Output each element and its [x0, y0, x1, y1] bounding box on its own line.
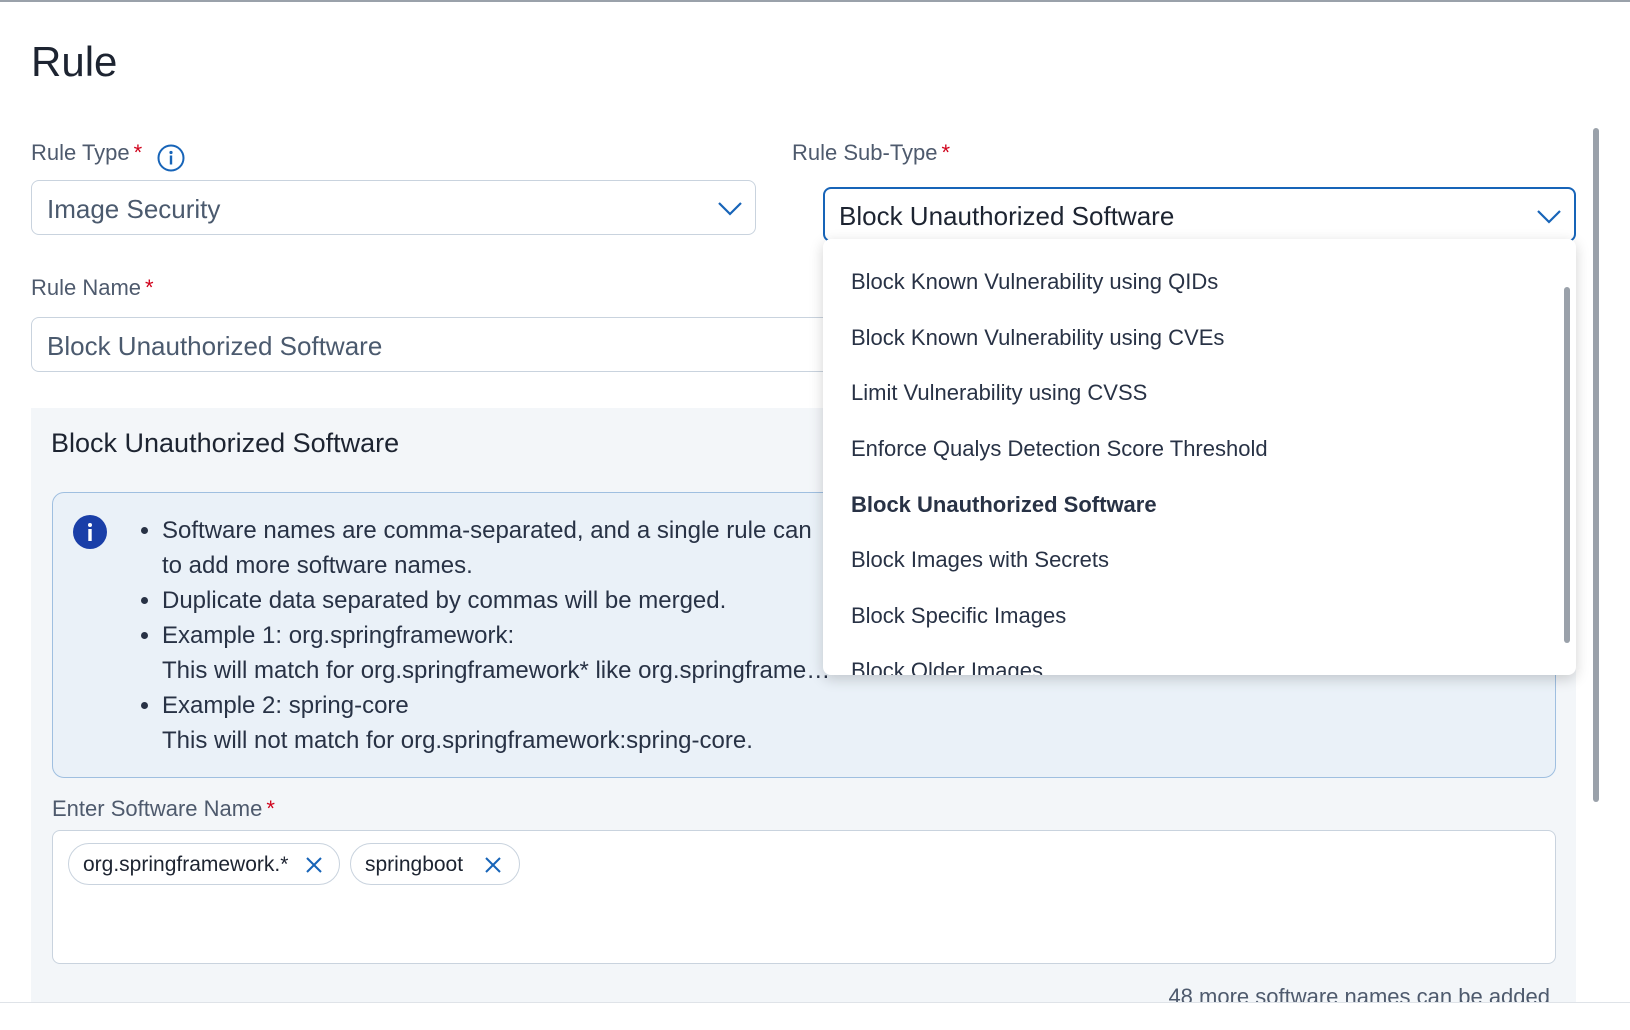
dropdown-option-selected[interactable]: Block Unauthorized Software [851, 492, 1157, 518]
software-chip: org.springframework.* [68, 843, 340, 885]
notice-line: to add more software names. [162, 552, 473, 579]
chip-label: org.springframework.* [83, 853, 289, 876]
rule-sub-type-label: Rule Sub-Type * [792, 140, 950, 166]
dropdown-option[interactable]: Block Images with Secrets [851, 547, 1109, 573]
bottom-edge [0, 1002, 1630, 1030]
required-marker: * [133, 140, 143, 165]
software-name-label: Enter Software Name * [52, 796, 275, 822]
notice-item: Duplicate data separated by commas will … [162, 583, 830, 618]
panel-title: Block Unauthorized Software [51, 428, 400, 458]
page-scrollbar-thumb[interactable] [1593, 128, 1599, 802]
info-icon [73, 515, 107, 549]
info-icon[interactable] [157, 144, 185, 172]
page-title: Rule [31, 38, 118, 85]
notice-item: Example 1: org.springframework: This will… [162, 618, 830, 688]
chip-label: springboot [365, 853, 464, 876]
dropdown-option[interactable]: Block Older Images [851, 658, 1043, 675]
software-name-label-text: Enter Software Name [52, 796, 263, 821]
notice-list: Software names are comma-separated, and … [162, 513, 830, 758]
dropdown-option[interactable]: Enforce Qualys Detection Score Threshold [851, 436, 1268, 462]
notice-line: Software names are comma-separated, and … [162, 517, 812, 544]
required-marker: * [941, 140, 951, 165]
rule-sub-type-select[interactable]: Block Unauthorized Software [823, 187, 1576, 242]
dropdown-scrollbar-thumb[interactable] [1564, 287, 1570, 643]
rule-sub-type-dropdown: Block Known Vulnerability using QIDs Blo… [823, 239, 1576, 675]
rule-type-label: Rule Type * [31, 140, 142, 166]
rule-editor: Rule Rule Type * Image Security Rule Sub-… [0, 0, 1630, 1030]
software-chip: springboot [350, 843, 520, 885]
dropdown-option[interactable]: Block Specific Images [851, 603, 1066, 629]
rule-name-value: Block Unauthorized Software [47, 331, 383, 361]
notice-line: Example 1: org.springframework: [162, 622, 515, 649]
rule-sub-type-value: Block Unauthorized Software [839, 201, 1175, 231]
chevron-down-icon [1537, 210, 1561, 224]
rule-name-label-text: Rule Name [31, 275, 142, 300]
dropdown-option[interactable]: Block Known Vulnerability using QIDs [851, 269, 1218, 295]
required-marker: * [266, 796, 275, 821]
rule-sub-type-label-text: Rule Sub-Type [792, 140, 938, 165]
required-marker: * [145, 275, 154, 300]
notice-item: Software names are comma-separated, and … [162, 513, 830, 583]
rule-type-select[interactable]: Image Security [31, 180, 756, 235]
software-name-input[interactable]: org.springframework.* springboot [52, 830, 1556, 964]
rule-type-label-text: Rule Type [31, 140, 130, 165]
rule-type-value: Image Security [47, 194, 221, 224]
close-icon[interactable] [305, 856, 323, 874]
top-border [0, 0, 1630, 2]
dropdown-option[interactable]: Block Known Vulnerability using CVEs [851, 325, 1224, 351]
close-icon[interactable] [484, 856, 502, 874]
notice-line: This will match for org.springframework*… [162, 657, 831, 684]
rule-name-label: Rule Name * [31, 275, 154, 301]
dropdown-option[interactable]: Limit Vulnerability using CVSS [851, 380, 1147, 406]
notice-line: Example 2: spring-core [162, 692, 409, 719]
notice-line: This will not match for org.springframew… [162, 727, 753, 754]
notice-item: Example 2: spring-core This will not matc… [162, 688, 830, 758]
chevron-down-icon [718, 202, 742, 216]
